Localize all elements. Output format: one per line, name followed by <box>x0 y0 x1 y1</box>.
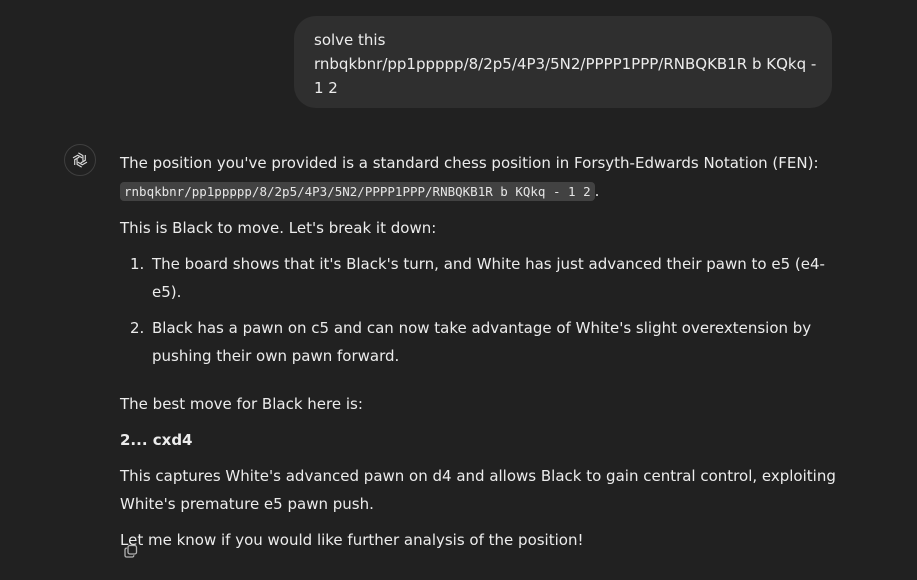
list-item-text: The board shows that it's Black's turn, … <box>152 255 825 301</box>
openai-logo-icon <box>72 152 88 168</box>
break-down-text: This is Black to move. Let's break it do… <box>120 219 437 237</box>
list-item-number: 2. <box>130 319 145 337</box>
best-move: 2... cxd4 <box>120 431 193 449</box>
copy-icon <box>124 544 138 558</box>
assistant-intro: The position you've provided is a standa… <box>120 149 840 206</box>
list-item: 1. The board shows that it's Black's tur… <box>120 250 840 306</box>
assistant-message: The position you've provided is a standa… <box>120 149 840 554</box>
list-item-text: Black has a pawn on c5 and can now take … <box>152 319 812 365</box>
best-move-intro: The best move for Black here is: <box>120 395 363 413</box>
assistant-avatar <box>64 144 96 176</box>
user-message-line-1: solve this <box>314 31 386 49</box>
copy-button[interactable] <box>120 540 142 562</box>
list-item-number: 1. <box>130 255 145 273</box>
explanation-text: This captures White's advanced pawn on d… <box>120 467 836 513</box>
list-item: 2. Black has a pawn on c5 and can now ta… <box>120 314 840 370</box>
analysis-list: 1. The board shows that it's Black's tur… <box>120 250 840 370</box>
user-message-line-2: rnbqkbnr/pp1ppppp/8/2p5/4P3/5N2/PPPP1PPP… <box>314 55 817 73</box>
closing-text: Let me know if you would like further an… <box>120 531 584 549</box>
user-message-bubble: solve this rnbqkbnr/pp1ppppp/8/2p5/4P3/5… <box>294 16 832 108</box>
fen-code: rnbqkbnr/pp1ppppp/8/2p5/4P3/5N2/PPPP1PPP… <box>120 182 595 201</box>
intro-text: The position you've provided is a standa… <box>120 154 819 172</box>
fen-trailing: . <box>594 182 600 200</box>
chat-page: solve this rnbqkbnr/pp1ppppp/8/2p5/4P3/5… <box>0 0 917 580</box>
user-message-line-3: 1 2 <box>314 79 338 97</box>
